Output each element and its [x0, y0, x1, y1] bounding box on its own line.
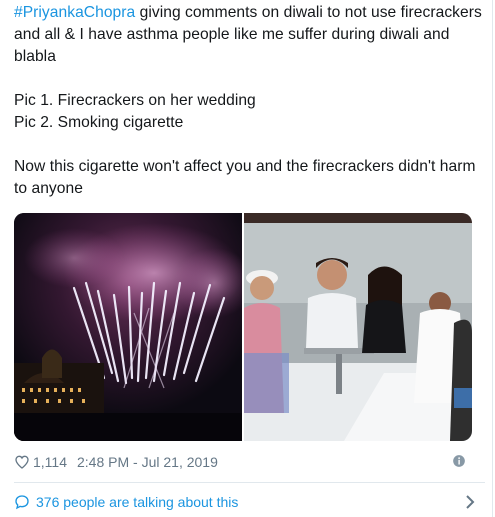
tweet-paragraph-1: #PriyankaChopra giving comments on diwal…: [14, 2, 484, 68]
info-icon[interactable]: [452, 454, 466, 468]
pic1-caption: Pic 1. Firecrackers on her wedding: [14, 92, 256, 109]
tweet-closing-text: Now this cigarette won't affect you and …: [14, 158, 476, 197]
pic2-caption: Pic 2. Smoking cigarette: [14, 114, 184, 131]
speech-bubble-icon: [15, 495, 29, 510]
conversation-label: 376 people are talking about this: [36, 494, 239, 510]
hashtag-link[interactable]: #PriyankaChopra: [14, 4, 135, 21]
like-count: 1,114: [33, 454, 67, 470]
heart-icon: [15, 455, 29, 469]
tweet-text: #PriyankaChopra giving comments on diwal…: [14, 2, 484, 200]
conversation-link[interactable]: 376 people are talking about this: [14, 492, 476, 512]
chevron-right-icon: [466, 495, 475, 509]
yacht-image: [244, 213, 472, 441]
fireworks-photo[interactable]: [14, 213, 242, 441]
tweet-timestamp[interactable]: 2:48 PM - Jul 21, 2019: [77, 454, 218, 470]
yacht-photo[interactable]: [244, 213, 472, 441]
divider: [14, 482, 485, 483]
media-grid: [14, 213, 472, 441]
tweet-card: #PriyankaChopra giving comments on diwal…: [0, 0, 493, 517]
tweet-meta: 1,114 2:48 PM - Jul 21, 2019: [14, 453, 472, 471]
like-button[interactable]: 1,114: [14, 454, 77, 470]
fireworks-image: [14, 213, 242, 441]
